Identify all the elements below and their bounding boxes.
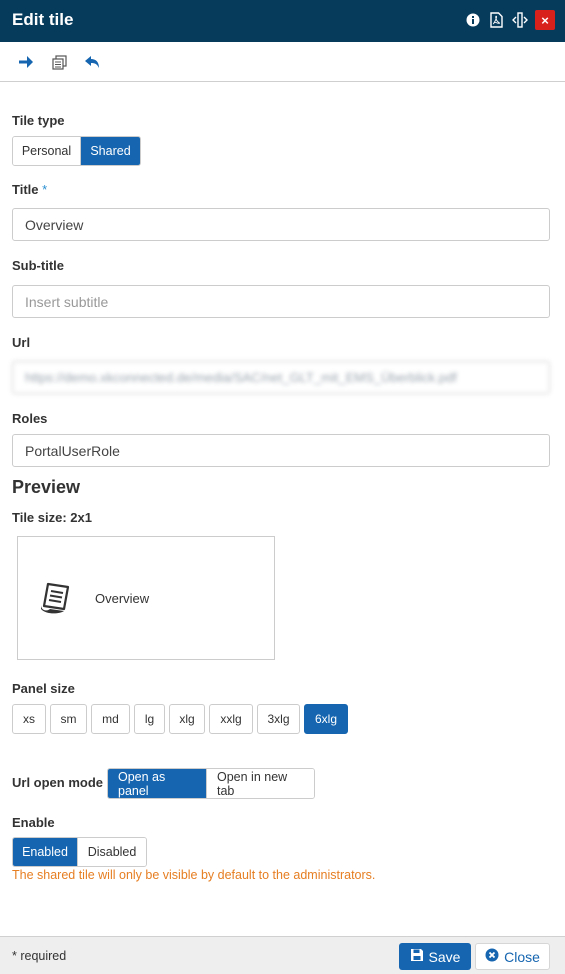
url-open-mode-label: Url open mode xyxy=(12,775,104,790)
shared-tile-warning: The shared tile will only be visible by … xyxy=(12,868,376,882)
panel-size-xlg[interactable]: xlg xyxy=(169,704,205,734)
panel-size-md[interactable]: md xyxy=(91,704,130,734)
url-input[interactable] xyxy=(12,361,550,394)
url-open-mode-toggle: Open as panel Open in new tab xyxy=(107,768,315,799)
save-button[interactable]: Save xyxy=(399,943,471,970)
open-new-tab-option[interactable]: Open in new tab xyxy=(207,769,314,798)
disabled-option[interactable]: Disabled xyxy=(78,838,146,866)
subtitle-label: Sub-title xyxy=(12,258,64,273)
title-label: Title * xyxy=(12,182,47,197)
title-label-text: Title xyxy=(12,182,39,197)
close-circle-icon xyxy=(485,948,499,965)
tile-type-toggle: Personal Shared xyxy=(12,136,141,166)
resize-icon[interactable] xyxy=(512,11,528,29)
dialog-footer: * required Save Close xyxy=(0,936,565,974)
arrow-right-icon[interactable] xyxy=(17,53,35,71)
dialog-title: Edit tile xyxy=(12,10,74,29)
tile-type-personal[interactable]: Personal xyxy=(13,137,81,165)
panel-size-3xlg[interactable]: 3xlg xyxy=(257,704,300,734)
pdf-icon[interactable] xyxy=(488,11,504,29)
copy-icon[interactable] xyxy=(50,53,68,71)
open-as-panel-option[interactable]: Open as panel xyxy=(108,769,207,798)
panel-size-label: Panel size xyxy=(12,681,75,696)
save-icon xyxy=(410,948,424,965)
panel-size-sm[interactable]: sm xyxy=(50,704,87,734)
title-input[interactable] xyxy=(12,208,550,241)
close-button[interactable]: Close xyxy=(475,943,550,970)
tile-type-label: Tile type xyxy=(12,113,65,128)
dialog-header: Edit tile × xyxy=(0,0,565,42)
required-mark: * xyxy=(42,182,48,197)
enabled-option[interactable]: Enabled xyxy=(13,838,78,866)
panel-size-xxlg[interactable]: xxlg xyxy=(209,704,253,734)
tile-preview: Overview xyxy=(17,536,275,660)
tile-size-label: Tile size: 2x1 xyxy=(12,510,92,525)
tile-type-shared[interactable]: Shared xyxy=(81,137,140,165)
info-icon[interactable] xyxy=(465,11,481,29)
subtitle-input[interactable] xyxy=(12,285,550,318)
roles-label: Roles xyxy=(12,411,48,426)
panel-size-xs[interactable]: xs xyxy=(12,704,46,734)
panel-size-6xlg[interactable]: 6xlg xyxy=(304,704,348,734)
url-label: Url xyxy=(12,335,31,350)
roles-input[interactable] xyxy=(12,434,550,467)
enable-label: Enable xyxy=(12,815,55,830)
enable-toggle: Enabled Disabled xyxy=(12,837,147,867)
toolbar xyxy=(0,42,565,82)
close-button-label: Close xyxy=(504,948,540,965)
tile-preview-title: Overview xyxy=(95,591,150,606)
save-button-label: Save xyxy=(428,948,461,965)
undo-icon[interactable] xyxy=(83,53,101,71)
close-icon[interactable]: × xyxy=(535,10,555,30)
preview-heading: Preview xyxy=(12,477,81,497)
required-note: * required xyxy=(12,949,67,963)
document-scroll-icon xyxy=(38,581,72,615)
panel-size-lg[interactable]: lg xyxy=(134,704,165,734)
